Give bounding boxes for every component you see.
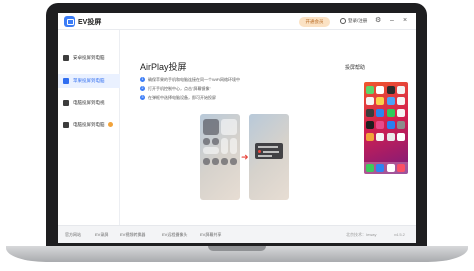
sidebar-item-label: 电脑投屏到电脑 <box>73 122 105 127</box>
screen-mirroring-screenshot <box>249 114 289 200</box>
app-title: EV投屏 <box>78 19 102 26</box>
step-number-icon: 3 <box>140 95 145 101</box>
step-1: 1 确保苹果的手机和电脑连接在同一个WiFi网络环境中 <box>140 77 240 83</box>
android-icon <box>63 55 69 61</box>
user-icon[interactable] <box>340 18 346 24</box>
tv-icon <box>63 100 69 106</box>
control-center-screenshot <box>200 114 240 200</box>
version-text: v4.5.2 <box>394 232 405 237</box>
footer-link-website[interactable]: 官方网站 <box>65 232 81 238</box>
login-link[interactable]: 登录/注册 <box>348 18 367 24</box>
sidebar-item-label: 电脑投屏到电视 <box>73 100 105 105</box>
sidebar-item-label: 苹果投屏到电脑 <box>73 78 105 83</box>
ios-dock <box>364 162 408 174</box>
step-2: 2 打开手机控制中心，点击"屏幕镜像" <box>140 86 211 92</box>
sidebar-item-label: 安卓投屏到电脑 <box>73 55 105 60</box>
footer-link-ev-recorder[interactable]: EV录屏 <box>95 232 108 238</box>
footer-link-screen-share[interactable]: EV屏幕共享 <box>200 232 221 238</box>
new-badge <box>107 122 113 128</box>
step-number-icon: 1 <box>140 77 145 83</box>
ios-homescreen-image <box>364 82 408 174</box>
monitor-icon <box>63 122 69 128</box>
sidebar-item-pc-to-pc[interactable]: 电脑投屏到电脑 <box>58 118 120 132</box>
page-title: AirPlay投屏 <box>140 62 187 72</box>
footer: 官方网站 EV录屏 EV视频转换器 EV远程摄像头 EV屏幕共享 北京技术：Ie… <box>58 225 416 243</box>
main-panel: AirPlay投屏 1 确保苹果的手机和电脑连接在同一个WiFi网络环境中 2 打开… <box>120 30 416 225</box>
sidebar: 安卓投屏到电脑 苹果投屏到电脑 电脑投屏到电视 电脑投屏到电脑 <box>58 30 120 225</box>
company-text: 北京技术：Ieway <box>346 232 377 237</box>
sidebar-item-pc-to-tv[interactable]: 电脑投屏到电视 <box>58 96 120 110</box>
title-bar: EV投屏 开通会员 登录/注册 ⚙ – × <box>58 13 416 30</box>
close-icon[interactable]: × <box>403 16 407 26</box>
step-3: 3 在弹框中选择电脑设备，即可开始投屏 <box>140 95 216 101</box>
settings-icon[interactable]: ⚙ <box>375 16 381 26</box>
app-window: EV投屏 开通会员 登录/注册 ⚙ – × 安卓投屏到电脑 苹果投屏到电脑 电脑… <box>58 13 416 243</box>
laptop-notch <box>208 246 266 251</box>
arrow-right-icon: ➜ <box>241 152 249 162</box>
apple-icon <box>63 78 69 84</box>
app-logo-icon <box>64 16 75 27</box>
sidebar-item-android-to-pc[interactable]: 安卓投屏到电脑 <box>58 51 120 65</box>
footer-link-video-converter[interactable]: EV视频转换器 <box>120 232 145 238</box>
step-number-icon: 2 <box>140 86 145 92</box>
mirroring-menu <box>255 143 283 159</box>
vip-button[interactable]: 开通会员 <box>299 17 330 27</box>
help-title: 投屏帮助 <box>345 65 366 71</box>
minimize-icon[interactable]: – <box>390 16 394 26</box>
footer-link-remote-camera[interactable]: EV远程摄像头 <box>162 232 187 238</box>
sidebar-item-apple-to-pc[interactable]: 苹果投屏到电脑 <box>58 74 120 88</box>
